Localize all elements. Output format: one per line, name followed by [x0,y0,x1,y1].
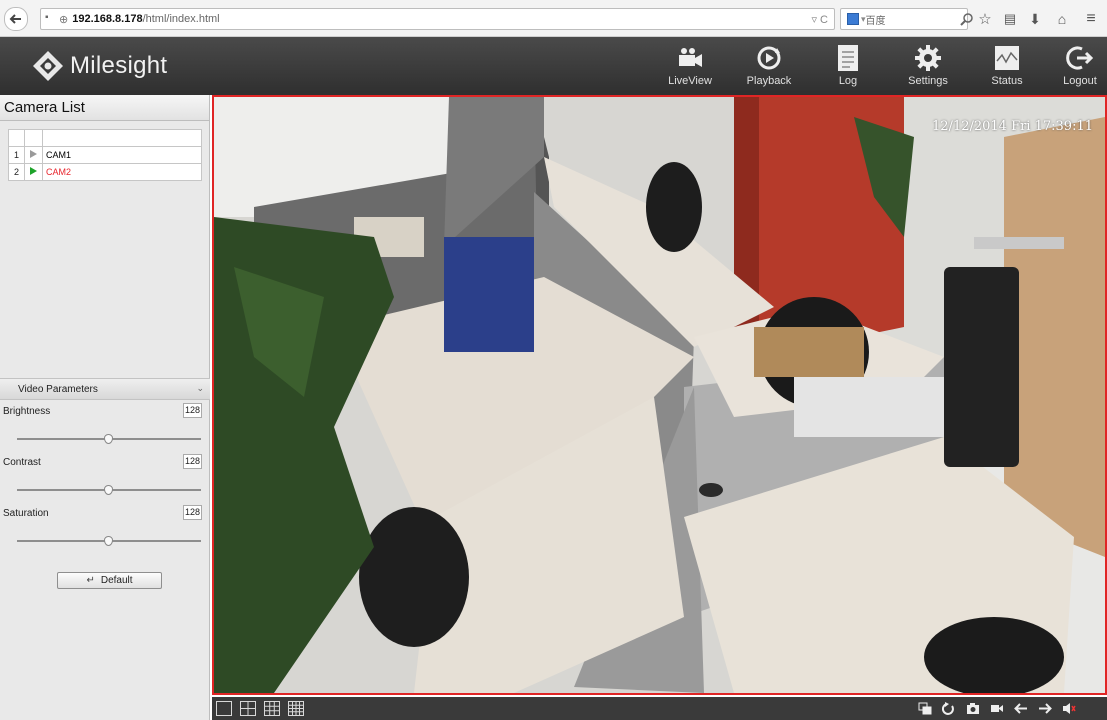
app-header: Milesight LiveView Playback Log Settings… [0,37,1107,95]
camera-row-name[interactable]: CAM2 [42,163,202,181]
download-icon[interactable]: ⬇ [1025,8,1045,30]
left-panel: Camera List 1 CAM1 2 CAM2 Video Paramete… [0,95,210,720]
search-engine-icon[interactable] [847,13,859,25]
default-button[interactable]: ↵ Default [57,572,162,589]
saturation-slider-thumb[interactable] [104,536,113,546]
snapshot-icon[interactable] [965,701,981,716]
search-box[interactable]: ▾ 百度 [840,8,968,30]
contrast-value[interactable]: 128 [183,454,202,469]
previous-icon[interactable] [1013,701,1029,716]
nav-log-label: Log [838,75,858,87]
back-icon[interactable] [4,7,28,31]
nav-settings[interactable]: Settings [893,41,963,93]
bookmark-list-icon[interactable]: ▤ [1000,8,1020,30]
globe-icon: ⊕ [59,13,69,26]
menu-icon[interactable]: ≡ [1080,8,1102,30]
next-icon[interactable] [1037,701,1053,716]
status-wave-icon [972,41,1042,75]
return-arrow-icon: ↵ [86,575,95,586]
play-icon[interactable] [24,163,43,181]
nav-logout-label: Logout [1063,75,1097,87]
saturation-control: Saturation 128 [0,505,210,557]
contrast-label: Contrast [3,457,41,468]
camera-row-1[interactable]: 1 CAM1 [8,146,202,164]
play-icon[interactable] [24,146,43,164]
nav-status[interactable]: Status [972,41,1042,93]
camera-table-header [8,129,202,147]
rotate-icon[interactable] [941,701,957,716]
camera-row-number: 1 [8,146,25,164]
nav-log[interactable]: Log [813,41,883,93]
browser-toolbar: ▪ ⊕ 192.168.8.178/html/index.html ▿ C ▾ … [0,0,1107,37]
camera-row-name[interactable]: CAM1 [42,146,202,164]
record-icon[interactable] [989,701,1005,716]
video-parameters-title: Video Parameters [18,384,98,395]
home-icon[interactable]: ⌂ [1052,8,1072,30]
brand-name: Milesight [70,52,168,79]
nav-liveview[interactable]: LiveView [655,41,725,93]
brand-logo: Milesight [32,46,167,86]
saturation-value[interactable]: 128 [183,505,202,520]
layout-3x3-button[interactable] [264,701,280,716]
nav-logout[interactable]: Logout [1050,41,1107,93]
saturation-label: Saturation [3,508,49,519]
nav-settings-label: Settings [908,75,948,87]
star-icon[interactable]: ☆ [975,8,995,30]
camera-list-title: Camera List [0,95,209,121]
brightness-slider-thumb[interactable] [104,434,113,444]
nav-liveview-label: LiveView [668,75,712,87]
nav-playback[interactable]: Playback [734,41,804,93]
camera-row-number: 2 [8,163,25,181]
brightness-control: Brightness 128 [0,403,210,455]
nav-playback-label: Playback [746,75,792,87]
chevron-down-icon[interactable]: ⌄ [196,383,204,394]
contrast-control: Contrast 128 [0,454,210,506]
logout-icon [1050,41,1107,75]
video-timestamp-overlay: 12/12/2014 Fri 17:39:11 [932,119,1093,134]
log-icon [813,41,883,75]
layout-1x1-button[interactable] [216,701,232,716]
fullscreen-icon[interactable] [917,701,933,716]
milesight-logo-icon [32,50,64,82]
brightness-value[interactable]: 128 [183,403,202,418]
video-toolbar [212,697,1107,720]
office-scene-image [214,97,1105,693]
camera-row-2[interactable]: 2 CAM2 [8,163,202,181]
contrast-slider-thumb[interactable] [104,485,113,495]
url-path: /html/index.html [142,13,220,25]
layout-4x4-button[interactable] [288,701,304,716]
info-icon[interactable]: ▪ [45,12,49,23]
gear-icon [893,41,963,75]
url-host: 192.168.8.178 [72,13,143,25]
camera-table: 1 CAM1 2 CAM2 [8,129,202,181]
video-parameters-header[interactable]: Video Parameters ⌄ [0,378,210,400]
search-icon[interactable] [957,8,977,30]
url-bar[interactable]: ▪ ⊕ 192.168.8.178/html/index.html ▿ C [40,8,835,30]
default-button-label: Default [100,575,133,586]
reload-icon[interactable]: ▿ C [811,13,828,26]
search-engine-label: 百度 [865,15,886,27]
audio-icon[interactable] [1061,701,1077,716]
video-camera-icon [655,41,725,75]
playback-icon [734,41,804,75]
live-video-feed[interactable]: 12/12/2014 Fri 17:39:11 [212,95,1107,695]
brightness-label: Brightness [3,406,51,417]
layout-2x2-button[interactable] [240,701,256,716]
nav-status-label: Status [991,75,1023,87]
